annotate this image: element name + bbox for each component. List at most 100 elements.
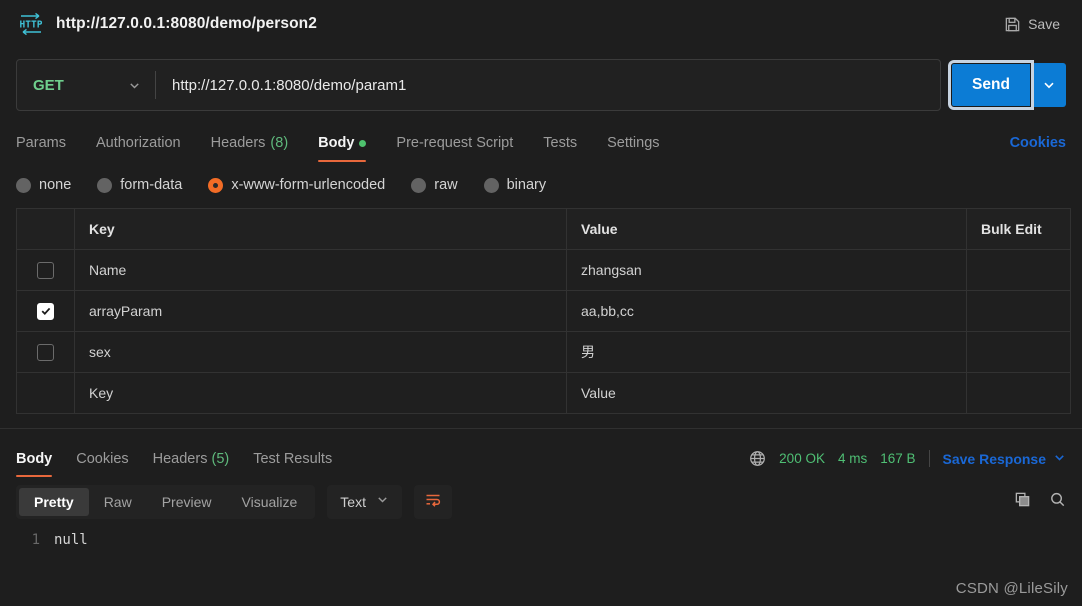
row-checkbox-cell	[16, 290, 75, 332]
watermark: CSDN @LileSily	[955, 580, 1068, 597]
tab-label: Body	[318, 135, 355, 151]
row-checkbox[interactable]	[37, 343, 54, 361]
header-key: Key	[74, 208, 567, 250]
row-actions	[966, 372, 1071, 414]
title-bar: HTTP http://127.0.0.1:8080/demo/person2 …	[0, 0, 1082, 48]
chevron-down-icon	[376, 493, 389, 511]
tab-label: Pre-request Script	[396, 135, 514, 151]
save-button[interactable]: Save	[998, 12, 1066, 37]
body-params-table-wrap: Key Value Bulk Edit Name zhangsan arrayP…	[0, 208, 1082, 414]
row-key[interactable]: sex	[74, 331, 567, 373]
row-checkbox[interactable]	[37, 261, 54, 279]
tab-label: Tests	[543, 135, 578, 151]
globe-icon[interactable]	[749, 450, 766, 467]
tab-label: Authorization	[95, 135, 181, 151]
response-tab-test-results[interactable]: Test Results	[253, 451, 332, 477]
row-checkbox-checked[interactable]	[37, 302, 54, 320]
radio-icon	[411, 177, 427, 193]
tab-pre-request-script[interactable]: Pre-request Script	[396, 135, 513, 162]
table-row: arrayParam aa,bb,cc	[16, 290, 1071, 332]
response-time: 4 ms	[837, 451, 868, 466]
tab-authorization[interactable]: Authorization	[96, 135, 181, 162]
body-modified-dot-icon	[359, 139, 367, 147]
copy-icon[interactable]	[1014, 491, 1031, 513]
radio-none[interactable]: none	[16, 177, 71, 193]
bulk-edit-button[interactable]: Bulk Edit	[966, 208, 1071, 250]
radio-binary[interactable]: binary	[483, 177, 547, 193]
send-options-button[interactable]	[1032, 63, 1066, 107]
tab-tests[interactable]: Tests	[543, 135, 577, 162]
view-mode-visualize[interactable]: Visualize	[227, 488, 313, 516]
tab-label: Settings	[607, 135, 660, 151]
postman-window: HTTP http://127.0.0.1:8080/demo/person2 …	[0, 0, 1082, 606]
response-tab-cookies[interactable]: Cookies	[76, 451, 128, 477]
cookies-link[interactable]: Cookies	[1010, 135, 1066, 162]
table-header-row: Key Value Bulk Edit	[16, 208, 1071, 250]
tab-params[interactable]: Params	[16, 135, 66, 162]
http-icon: HTTP	[18, 12, 44, 36]
new-row-value-placeholder[interactable]: Value	[566, 372, 967, 414]
tab-label: Cookies	[76, 451, 129, 467]
viewer-actions	[1014, 491, 1066, 513]
radio-icon	[483, 177, 499, 193]
row-key[interactable]: arrayParam	[74, 290, 567, 332]
radio-label: binary	[506, 177, 547, 193]
table-row-empty: Key Value	[16, 372, 1071, 414]
tab-settings[interactable]: Settings	[607, 135, 659, 162]
row-value[interactable]: 男	[566, 331, 967, 373]
row-checkbox-cell	[16, 372, 75, 414]
table-row: sex 男	[16, 331, 1071, 373]
response-separator	[0, 428, 1082, 429]
new-row-key-placeholder[interactable]: Key	[74, 372, 567, 414]
url-input[interactable]: http://127.0.0.1:8080/demo/param1	[156, 60, 940, 110]
row-checkbox-cell	[16, 331, 75, 373]
save-response-button[interactable]: Save Response	[943, 451, 1067, 467]
meta-divider	[928, 450, 930, 467]
response-viewer-toolbar: Pretty Raw Preview Visualize Text	[0, 482, 1082, 522]
request-tabs: Params Authorization Headers (8) Body Pr…	[0, 122, 1082, 162]
radio-x-www-form-urlencoded[interactable]: x-www-form-urlencoded	[208, 177, 385, 193]
view-mode-preview[interactable]: Preview	[147, 488, 227, 516]
view-mode-raw[interactable]: Raw	[89, 488, 147, 516]
method-selector[interactable]: GET	[17, 60, 155, 110]
row-actions	[966, 290, 1071, 332]
radio-raw[interactable]: raw	[411, 177, 458, 193]
tab-label: Body	[16, 451, 53, 467]
tab-headers[interactable]: Headers (8)	[211, 135, 289, 162]
radio-icon	[97, 177, 113, 193]
format-selector[interactable]: Text	[327, 485, 402, 519]
row-key[interactable]: Name	[74, 249, 567, 291]
send-button[interactable]: Send	[951, 63, 1031, 107]
search-icon[interactable]	[1049, 491, 1066, 513]
response-tabs: Body Cookies Headers (5) Test Results 20…	[0, 437, 1082, 477]
table-row: Name zhangsan	[16, 249, 1071, 291]
svg-text:HTTP: HTTP	[20, 20, 43, 31]
line-number: 1	[31, 532, 40, 548]
row-value[interactable]: zhangsan	[566, 249, 967, 291]
chevron-down-icon	[128, 79, 141, 92]
tab-label: Headers	[152, 451, 208, 467]
tab-count: (5)	[211, 451, 230, 467]
format-label: Text	[340, 494, 366, 510]
radio-label: x-www-form-urlencoded	[231, 177, 386, 193]
view-mode-pretty[interactable]: Pretty	[19, 488, 89, 516]
tab-label: Params	[16, 135, 66, 151]
wrap-lines-button[interactable]	[413, 485, 452, 519]
radio-label: none	[39, 177, 72, 193]
page-title: http://127.0.0.1:8080/demo/person2	[56, 15, 317, 32]
tab-label: Headers	[210, 135, 266, 151]
status-badge: 200 OK	[779, 451, 825, 466]
header-value: Value	[566, 208, 967, 250]
tab-body[interactable]: Body	[318, 135, 367, 162]
chevron-down-icon	[1053, 451, 1066, 467]
radio-form-data[interactable]: form-data	[97, 177, 182, 193]
row-checkbox-cell	[16, 249, 75, 291]
response-tab-body[interactable]: Body	[16, 451, 53, 477]
code-line[interactable]: null	[54, 532, 88, 548]
wrap-lines-icon	[424, 491, 442, 514]
response-tab-headers[interactable]: Headers (5)	[153, 451, 230, 477]
view-mode-group: Pretty Raw Preview Visualize	[16, 485, 316, 519]
row-value[interactable]: aa,bb,cc	[566, 290, 967, 332]
row-actions	[966, 249, 1071, 291]
header-select-all	[16, 208, 75, 250]
